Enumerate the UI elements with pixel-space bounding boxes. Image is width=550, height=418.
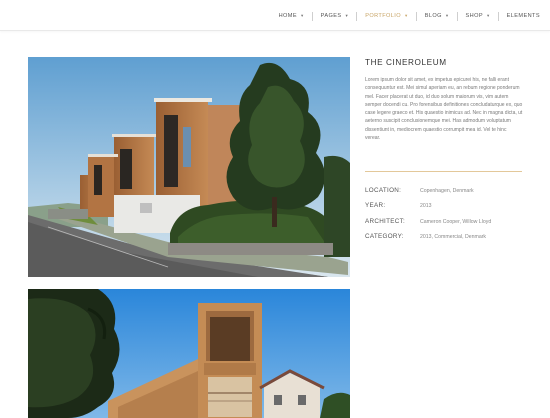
project-info: THE CINEROLEUM Lorem ipsum dolor sit ame…: [365, 57, 525, 147]
detail-label: LOCATION:: [365, 187, 402, 194]
nav-item-home[interactable]: HOME ▾: [271, 11, 312, 21]
nav-label-home: HOME: [278, 13, 297, 19]
detail-value: 2013: [420, 203, 432, 210]
chevron-down-icon: ▾: [405, 13, 408, 18]
project-photo-main[interactable]: [28, 57, 350, 277]
detail-value[interactable]: 2013, Commercial, Denmark: [420, 234, 486, 240]
detail-label: CATEGORY:: [365, 232, 404, 240]
main-nav: HOME ▾ PAGES ▾ PORTFOLIO ▾ BLOG ▾ SHOP ▾: [271, 10, 548, 22]
detail-row-category: CATEGORY: 2013, Commercial, Denmark: [365, 233, 535, 248]
detail-row-year: YEAR: 2013: [365, 202, 535, 217]
project-details: LOCATION: Copenhagen, Denmark YEAR: 2013…: [365, 187, 535, 248]
nav-item-shop[interactable]: SHOP ▾: [458, 11, 498, 21]
project-title: THE CINEROLEUM: [365, 58, 447, 67]
site-header: HOME ▾ PAGES ▾ PORTFOLIO ▾ BLOG ▾ SHOP ▾: [0, 0, 550, 31]
nav-item-blog[interactable]: BLOG ▾: [417, 11, 457, 21]
detail-row-architect: ARCHITECT: Cameron Cooper, Willow Lloyd: [365, 218, 535, 233]
detail-label: YEAR:: [365, 202, 386, 210]
chevron-down-icon: ▾: [486, 13, 490, 18]
detail-row-location: LOCATION: Copenhagen, Denmark: [365, 187, 535, 202]
nav-item-elements[interactable]: ELEMENTS: [499, 11, 548, 21]
nav-item-pages[interactable]: PAGES ▾: [313, 11, 357, 21]
detail-value: Cameron Cooper, Willow Lloyd: [420, 218, 492, 225]
nav-label-pages: PAGES: [320, 13, 342, 19]
nav-item-portfolio[interactable]: PORTFOLIO ▾: [357, 11, 416, 21]
nav-label-blog: BLOG: [424, 13, 442, 19]
divider: [365, 171, 522, 172]
project-description: Lorem ipsum dolor sit amet, ex impetus e…: [365, 77, 523, 142]
detail-value: Copenhagen, Denmark: [420, 188, 474, 194]
chevron-down-icon: ▾: [345, 13, 349, 18]
nav-label-shop: SHOP: [465, 13, 483, 19]
nav-label-portfolio: PORTFOLIO: [365, 13, 402, 19]
chevron-down-icon: ▾: [445, 13, 449, 18]
portfolio-page: HOME ▾ PAGES ▾ PORTFOLIO ▾ BLOG ▾ SHOP ▾: [0, 0, 550, 418]
chevron-down-icon: ▾: [300, 13, 304, 18]
nav-label-elements: ELEMENTS: [506, 13, 540, 19]
detail-label: ARCHITECT:: [365, 217, 406, 225]
project-photo-secondary[interactable]: [28, 289, 350, 418]
